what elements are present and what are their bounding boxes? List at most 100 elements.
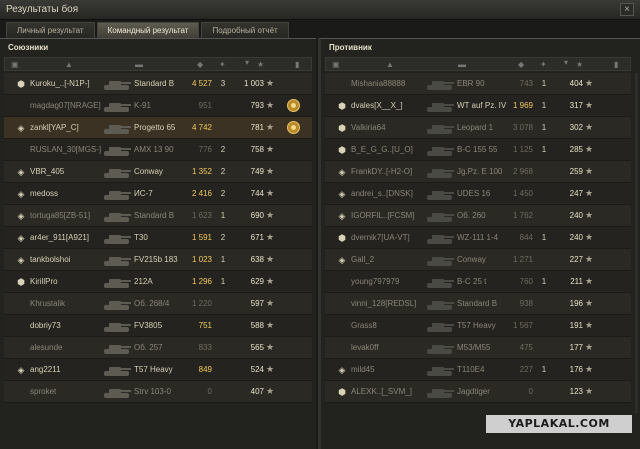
player-name[interactable]: ang2211 — [30, 365, 61, 374]
player-name[interactable]: B_E_G_G..[U_O] — [351, 145, 413, 154]
player-name[interactable]: dobriy73 — [30, 321, 61, 330]
player-name[interactable]: Valkiria64 — [351, 123, 386, 132]
player-name[interactable]: Kuroku_..[-N1P-] — [30, 79, 90, 88]
player-name[interactable]: ALEXK..[_SVM_] — [351, 387, 412, 396]
sort-arrow-icon[interactable]: ▾ — [245, 58, 249, 68]
tank-name: K-91 — [134, 101, 151, 110]
enemies-title: Противник — [329, 43, 372, 52]
player-row[interactable]: ⬢ ALEXK..[_SVM_] Jagdtiger 0 123 ★ — [325, 381, 631, 403]
player-name[interactable]: zankl[YAP_C] — [30, 123, 79, 132]
window-title: Результаты боя — [6, 4, 79, 15]
player-name[interactable]: medoss — [30, 189, 58, 198]
player-row[interactable]: ⬢ dvales[X__X_] WT auf Pz. IV 1 969 1 317 ★ — [325, 95, 631, 117]
tab-team-result[interactable]: Командный результат — [96, 22, 200, 38]
player-row[interactable]: ◈ FrankDY..[-H2-O] Jg.Pz. E 100 2 968 259 ★ — [325, 161, 631, 183]
player-name[interactable]: tankbolshoi — [30, 255, 70, 264]
close-icon[interactable]: × — [620, 3, 634, 16]
tank-name: Standard B — [134, 211, 175, 220]
player-name[interactable]: KirillPro — [30, 277, 58, 286]
player-name[interactable]: VBR_405 — [30, 167, 64, 176]
sort-arrow-icon[interactable]: ▾ — [564, 58, 568, 68]
player-icon[interactable]: ▲ — [386, 60, 394, 70]
player-name[interactable]: Khrustalik — [30, 299, 65, 308]
player-row[interactable]: ⬢ Valkiria64 Leopard 1 3 078 1 302 ★ — [325, 117, 631, 139]
tank-icon — [425, 362, 455, 378]
player-row[interactable]: ◈ andrei_s..[DNSK] UDES 16 1 450 247 ★ — [325, 183, 631, 205]
player-name[interactable]: andrei_s..[DNSK] — [351, 189, 413, 198]
medal-icon[interactable]: ▮ — [614, 60, 618, 70]
diamond-icon: ◈ — [17, 167, 25, 177]
player-row[interactable]: ◈ tankbolshoi FV215b 183 1 023 1 638 ★ — [4, 249, 312, 271]
tank-icon[interactable]: ▬ — [135, 60, 143, 70]
tank-icon[interactable]: ▬ — [458, 60, 466, 70]
kills-icon[interactable]: ✦ — [540, 60, 547, 70]
player-name[interactable]: FrankDY..[-H2-O] — [351, 167, 412, 176]
player-name[interactable]: dvales[X__X_] — [351, 101, 403, 110]
xp-star-icon: ★ — [266, 232, 275, 242]
player-name[interactable]: levak0ff — [351, 343, 378, 352]
player-name[interactable]: dvernik7[UA-VT] — [351, 233, 410, 242]
scrollbar[interactable] — [635, 73, 638, 413]
player-name[interactable]: Gall_2 — [351, 255, 374, 264]
medal-icon[interactable]: ▮ — [295, 60, 299, 70]
xp-star-icon: ★ — [266, 166, 275, 176]
xp-star-icon[interactable]: ★ — [257, 60, 264, 70]
medal-icon[interactable] — [285, 97, 302, 114]
xp-value: 671 — [250, 233, 264, 242]
player-row[interactable]: ⬢ dvernik7[UA-VT] WZ-111 1-4 844 1 240 ★ — [325, 227, 631, 249]
player-name[interactable]: mild45 — [351, 365, 375, 374]
xp-star-icon: ★ — [266, 364, 275, 374]
tank-name: AMX 13 90 — [134, 145, 174, 154]
player-row[interactable]: ◈ ang2211 T57 Heavy 849 524 ★ — [4, 359, 312, 381]
player-name[interactable]: RUSLAN_30[MGS-] — [30, 145, 101, 154]
player-row[interactable]: dobriy73 FV3805 751 588 ★ — [4, 315, 312, 337]
xp-star-icon[interactable]: ★ — [576, 60, 583, 70]
player-row[interactable]: ⬢ B_E_G_G..[U_O] B-C 155 55 1 125 1 285 ★ — [325, 139, 631, 161]
player-row[interactable]: ◈ tortuga85[ZB-51] Standard B 1 623 1 690 ★ — [4, 205, 312, 227]
player-name[interactable]: Grass8 — [351, 321, 377, 330]
player-row[interactable]: Khrustalik Об. 268/4 1 220 597 ★ — [4, 293, 312, 315]
tab-detailed-report[interactable]: Подробный отчёт — [201, 22, 289, 38]
platoon-icon[interactable]: ▣ — [332, 60, 340, 70]
player-name[interactable]: sproket — [30, 387, 56, 396]
player-row[interactable]: ◈ mild45 T110E4 227 1 176 ★ — [325, 359, 631, 381]
player-row[interactable]: ◈ ar4er_911[A921] T30 1 591 2 671 ★ — [4, 227, 312, 249]
player-row[interactable]: Mishania88888 EBR 90 743 1 404 ★ — [325, 73, 631, 95]
tank-icon — [102, 252, 132, 268]
xp-value: 690 — [250, 211, 264, 220]
player-row[interactable]: vinni_128[REDSL] Standard B 938 196 ★ — [325, 293, 631, 315]
xp-value: 588 — [250, 321, 264, 330]
kills-icon[interactable]: ✦ — [219, 60, 226, 70]
player-name[interactable]: Mishania88888 — [351, 79, 405, 88]
player-row[interactable]: ◈ zankl[YAP_C] Progetto 65 4 742 781 ★ — [4, 117, 312, 139]
player-row[interactable]: levak0ff M53/M55 475 177 ★ — [325, 337, 631, 359]
player-name[interactable]: alesunde — [30, 343, 62, 352]
player-row[interactable]: magdag07[NRAGE] K-91 951 793 ★ — [4, 95, 312, 117]
platoon-icon[interactable]: ▣ — [11, 60, 19, 70]
damage-icon[interactable]: ◆ — [197, 60, 203, 70]
player-row[interactable]: ◈ IGORFIL..[FCSM] Об. 260 1 762 240 ★ — [325, 205, 631, 227]
player-name[interactable]: tortuga85[ZB-51] — [30, 211, 90, 220]
player-row[interactable]: ◈ Gall_2 Conway 1 271 227 ★ — [325, 249, 631, 271]
player-name[interactable]: IGORFIL..[FCSM] — [351, 211, 415, 220]
player-row[interactable]: sproket Strv 103-0 0 407 ★ — [4, 381, 312, 403]
player-name[interactable]: young797979 — [351, 277, 400, 286]
player-row[interactable]: ◈ medoss ИС-7 2 416 2 744 ★ — [4, 183, 312, 205]
tank-icon — [102, 164, 132, 180]
player-row[interactable]: ⬢ KirillPro 212A 1 296 1 629 ★ — [4, 271, 312, 293]
tab-personal-result[interactable]: Личный результат — [6, 22, 95, 38]
player-icon[interactable]: ▲ — [65, 60, 73, 70]
damage-icon[interactable]: ◆ — [518, 60, 524, 70]
player-row[interactable]: Grass8 T57 Heavy 1 567 191 ★ — [325, 315, 631, 337]
player-name[interactable]: vinni_128[REDSL] — [351, 299, 416, 308]
player-row[interactable]: RUSLAN_30[MGS-] AMX 13 90 776 2 758 ★ — [4, 139, 312, 161]
player-row[interactable]: young797979 B-C 25 t 760 1 211 ★ — [325, 271, 631, 293]
player-row[interactable]: ◈ VBR_405 Conway 1 352 2 749 ★ — [4, 161, 312, 183]
player-row[interactable]: alesunde Об. 257 833 565 ★ — [4, 337, 312, 359]
kills-value: 1 — [541, 101, 547, 110]
tank-icon — [102, 120, 132, 136]
medal-icon[interactable] — [285, 119, 302, 136]
player-name[interactable]: magdag07[NRAGE] — [30, 101, 101, 110]
player-name[interactable]: ar4er_911[A921] — [30, 233, 89, 242]
player-row[interactable]: ⬢ Kuroku_..[-N1P-] Standard B 4 527 3 1 003 ★ — [4, 73, 312, 95]
